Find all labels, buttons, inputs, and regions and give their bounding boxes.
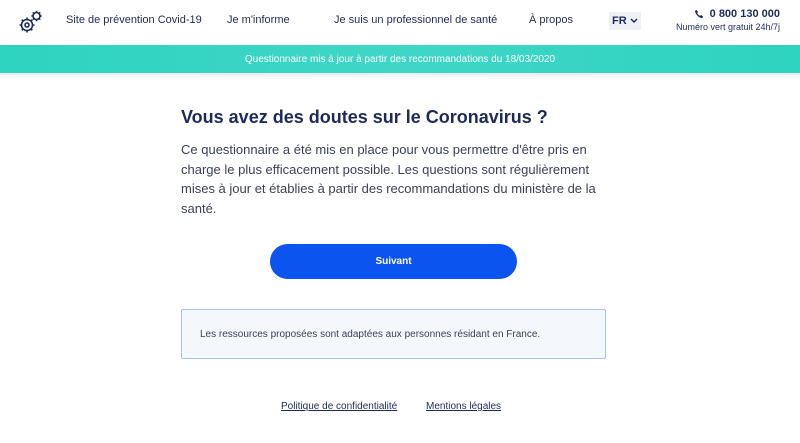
intro-paragraph: Ce questionnaire a été mis en place pour… <box>181 142 596 216</box>
hotline-block: 0 800 130 000 Numéro vert gratuit 24h/7j <box>668 8 780 32</box>
language-label: FR <box>612 15 627 27</box>
chevron-down-icon <box>630 18 638 24</box>
phone-number: 0 800 130 000 <box>709 8 780 20</box>
phone-number-link[interactable]: 0 800 130 000 <box>668 8 780 20</box>
residence-notice: Les ressources proposées sont adaptées a… <box>181 309 606 359</box>
page-title: Vous avez des doutes sur le Coronavirus … <box>181 107 548 127</box>
top-navigation-bar: Site de prévention Covid-19 Je m'informe… <box>0 0 800 45</box>
language-selector[interactable]: FR <box>609 12 641 30</box>
nav-link-professionnel-sante[interactable]: Je suis un professionnel de santé <box>334 14 497 26</box>
residence-notice-text: Les ressources proposées sont adaptées a… <box>200 328 541 340</box>
phone-icon <box>694 9 703 18</box>
nav-link-a-propos[interactable]: À propos <box>529 14 573 26</box>
legal-notice-link[interactable]: Mentions légales <box>426 401 501 412</box>
update-banner: Questionnaire mis à jour à partir des re… <box>0 45 800 73</box>
coronavirus-gears-icon[interactable] <box>16 8 44 36</box>
next-button[interactable]: Suivant <box>270 244 517 279</box>
privacy-policy-link[interactable]: Politique de confidentialité <box>281 401 397 412</box>
phone-subtitle: Numéro vert gratuit 24h/7j <box>675 22 780 32</box>
nav-link-je-m-informe[interactable]: Je m'informe <box>227 14 290 26</box>
update-banner-text: Questionnaire mis à jour à partir des re… <box>244 53 556 65</box>
banner-shadow <box>0 73 800 79</box>
nav-link-prevention-site[interactable]: Site de prévention Covid-19 <box>66 14 202 26</box>
